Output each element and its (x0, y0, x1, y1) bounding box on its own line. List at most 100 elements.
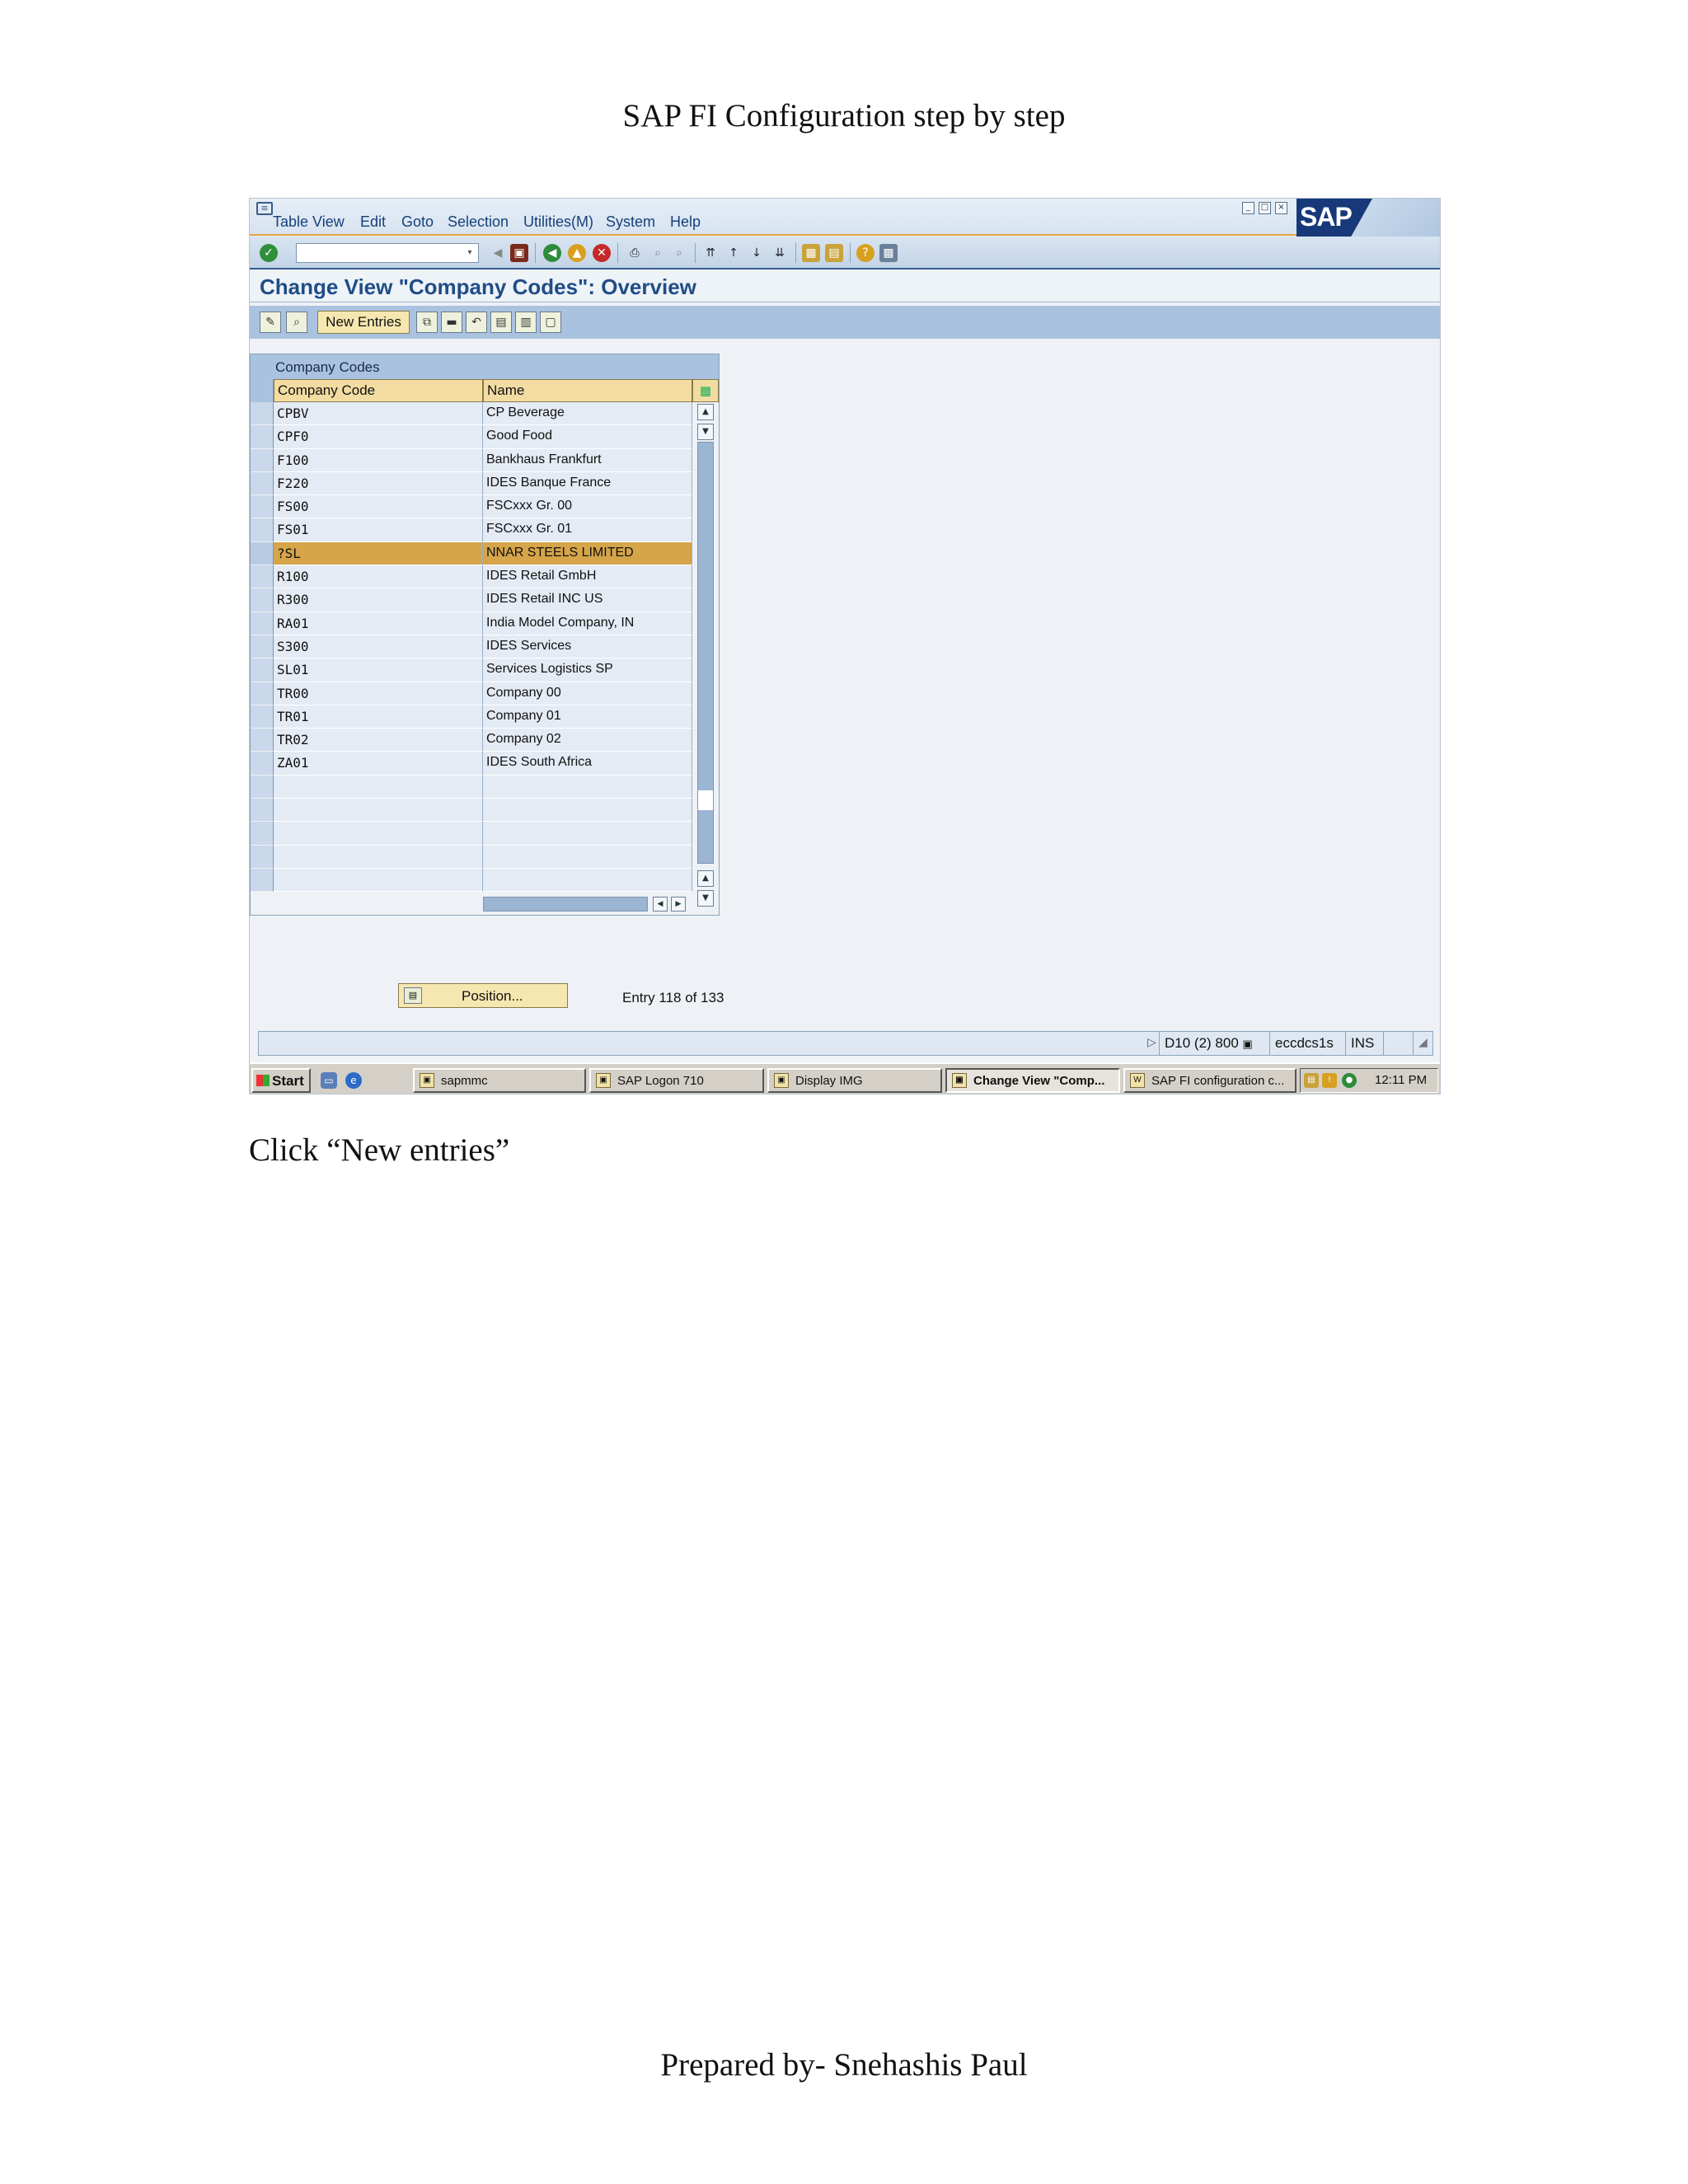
table-row[interactable]: R100 IDES Retail GmbH (251, 565, 692, 589)
table-row[interactable]: TR02 Company 02 (251, 729, 692, 752)
company-code-cell[interactable]: ?SL (274, 541, 483, 566)
menu-selection[interactable]: Selection (448, 213, 509, 231)
company-code-cell[interactable]: TR02 (274, 729, 483, 752)
column-header-company-code[interactable]: Company Code (274, 379, 483, 402)
table-row[interactable] (251, 845, 692, 869)
company-code-cell[interactable] (274, 799, 483, 823)
display-change-icon[interactable]: ✎ (260, 312, 281, 333)
company-name-cell[interactable]: IDES Services (483, 635, 692, 659)
row-selector[interactable] (251, 471, 274, 496)
deselect-all-icon[interactable]: ▢ (540, 312, 561, 333)
system-menu-icon[interactable]: ≡ (256, 202, 273, 215)
resize-grip-icon[interactable]: ◢ (1413, 1032, 1434, 1055)
status-system[interactable]: D10 (2) 800 ▣ (1159, 1032, 1258, 1055)
find-next-icon[interactable]: ⌕ (670, 244, 688, 262)
row-selector[interactable] (251, 799, 274, 823)
task-sap-logon[interactable]: ▣ SAP Logon 710 (589, 1068, 764, 1093)
company-code-cell[interactable]: ZA01 (274, 752, 483, 776)
company-code-cell[interactable]: SL01 (274, 658, 483, 682)
row-selector[interactable] (251, 729, 274, 752)
row-selector[interactable] (251, 541, 274, 566)
company-name-cell[interactable]: CP Beverage (483, 402, 692, 426)
table-row[interactable]: ?SL NNAR STEELS LIMITED (251, 541, 692, 566)
task-word-document[interactable]: W SAP FI configuration c... (1123, 1068, 1296, 1093)
company-name-cell[interactable]: India Model Company, IN (483, 612, 692, 635)
table-row[interactable]: CPBV CP Beverage (251, 402, 692, 426)
company-code-cell[interactable]: TR00 (274, 682, 483, 705)
internet-explorer-icon[interactable]: e (345, 1072, 362, 1089)
horizontal-scroll-track[interactable] (483, 897, 648, 912)
company-name-cell[interactable]: IDES Banque France (483, 471, 692, 496)
display-icon[interactable]: ⌕ (286, 312, 307, 333)
tray-status-icon[interactable]: ● (1342, 1073, 1357, 1088)
company-code-cell[interactable]: S300 (274, 635, 483, 659)
copy-as-icon[interactable]: ⧉ (416, 312, 438, 333)
vertical-scrollbar[interactable]: ▲ ▼ ▲ ▼ (694, 402, 717, 907)
row-selector[interactable] (251, 425, 274, 449)
row-selector[interactable] (251, 822, 274, 846)
menu-table-view[interactable]: Table View (273, 213, 345, 231)
table-row[interactable]: R300 IDES Retail INC US (251, 588, 692, 612)
company-name-cell[interactable]: IDES Retail GmbH (483, 565, 692, 589)
start-button[interactable]: Start (251, 1068, 311, 1093)
company-name-cell[interactable]: Bankhaus Frankfurt (483, 448, 692, 472)
tray-warning-icon[interactable]: ! (1322, 1073, 1337, 1088)
table-row[interactable]: CPF0 Good Food (251, 425, 692, 449)
table-row[interactable]: RA01 India Model Company, IN (251, 612, 692, 635)
task-sapmmc[interactable]: ▣ sapmmc (413, 1068, 586, 1093)
row-selector[interactable] (251, 868, 274, 893)
last-page-icon[interactable]: ⇊ (771, 244, 789, 262)
company-name-cell[interactable]: NNAR STEELS LIMITED (483, 541, 692, 566)
scroll-left-icon[interactable]: ◀ (653, 897, 668, 912)
company-name-cell[interactable] (483, 845, 692, 869)
desktop-icon[interactable]: ▭ (321, 1072, 337, 1089)
scroll-bottom-icon[interactable]: ▼ (697, 890, 714, 907)
menu-edit[interactable]: Edit (360, 213, 386, 231)
row-selector[interactable] (251, 682, 274, 705)
first-page-icon[interactable]: ⇈ (701, 244, 720, 262)
menu-goto[interactable]: Goto (401, 213, 434, 231)
help-icon[interactable]: ? (856, 244, 874, 262)
scroll-up-icon[interactable]: ▼ (697, 424, 714, 440)
previous-page-icon[interactable]: ↑ (724, 244, 743, 262)
row-selector[interactable] (251, 752, 274, 776)
company-code-cell[interactable]: CPBV (274, 402, 483, 426)
new-entries-button[interactable]: New Entries (317, 311, 410, 334)
tray-folder-icon[interactable]: ▤ (1304, 1073, 1319, 1088)
close-icon[interactable]: × (1275, 202, 1287, 214)
layout-menu-icon[interactable]: ▩ (879, 244, 898, 262)
row-selector[interactable] (251, 612, 274, 635)
company-code-cell[interactable]: F100 (274, 448, 483, 472)
table-row[interactable]: S300 IDES Services (251, 635, 692, 659)
back-arrow-icon[interactable]: ◀ (489, 244, 507, 262)
company-name-cell[interactable] (483, 822, 692, 846)
command-history-icon[interactable]: ▾ (463, 246, 476, 260)
find-icon[interactable]: ⌕ (649, 244, 667, 262)
row-selector[interactable] (251, 518, 274, 542)
company-code-cell[interactable]: F220 (274, 471, 483, 496)
row-selector[interactable] (251, 565, 274, 589)
company-name-cell[interactable]: FSCxxx Gr. 00 (483, 495, 692, 519)
create-session-icon[interactable]: ▦ (802, 244, 820, 262)
table-row[interactable]: F100 Bankhaus Frankfurt (251, 448, 692, 472)
horizontal-scrollbar[interactable]: ◀ ▶ (483, 895, 692, 913)
table-row[interactable] (251, 822, 692, 846)
row-selector[interactable] (251, 705, 274, 729)
row-selector[interactable] (251, 402, 274, 426)
back-icon[interactable]: ◀ (543, 244, 561, 262)
company-code-cell[interactable] (274, 775, 483, 799)
scroll-top-icon[interactable]: ▲ (697, 404, 714, 420)
menu-system[interactable]: System (606, 213, 655, 231)
select-all-icon[interactable]: ▤ (490, 312, 512, 333)
row-selector[interactable] (251, 495, 274, 519)
scroll-down-icon[interactable]: ▲ (697, 870, 714, 887)
row-selector[interactable] (251, 845, 274, 869)
row-selector[interactable] (251, 588, 274, 612)
company-code-cell[interactable] (274, 822, 483, 846)
table-row[interactable]: TR00 Company 00 (251, 682, 692, 705)
table-row[interactable]: TR01 Company 01 (251, 705, 692, 729)
row-selector[interactable] (251, 448, 274, 472)
company-name-cell[interactable]: Company 01 (483, 705, 692, 729)
company-name-cell[interactable]: IDES Retail INC US (483, 588, 692, 612)
maximize-icon[interactable]: □ (1259, 202, 1271, 214)
